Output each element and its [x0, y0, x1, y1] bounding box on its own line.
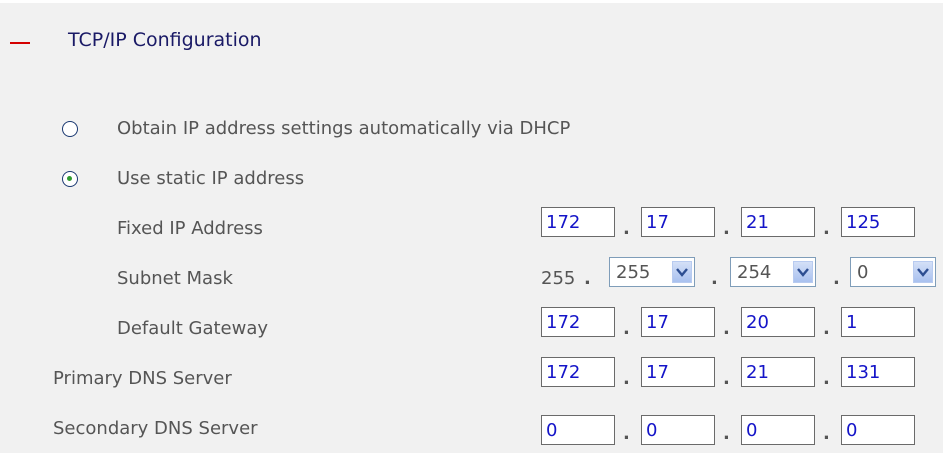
- default-gateway-label: Default Gateway: [117, 318, 269, 339]
- ip-separator: .: [711, 268, 718, 289]
- dhcp-radio[interactable]: [62, 121, 78, 137]
- primary-dns-octet-2[interactable]: [641, 357, 715, 387]
- secondary-dns-octet-1[interactable]: [541, 415, 615, 445]
- fixed-ip-octet-4[interactable]: [841, 207, 915, 237]
- static-ip-radio[interactable]: [62, 171, 78, 187]
- ip-separator: .: [823, 423, 830, 444]
- gateway-octet-3[interactable]: [741, 307, 815, 337]
- gateway-octet-2[interactable]: [641, 307, 715, 337]
- ip-separator: .: [623, 218, 630, 239]
- primary-dns-octet-4[interactable]: [841, 357, 915, 387]
- ip-separator: .: [833, 268, 840, 289]
- primary-dns-octet-1[interactable]: [541, 357, 615, 387]
- chevron-down-icon[interactable]: [672, 261, 692, 283]
- gateway-octet-1[interactable]: [541, 307, 615, 337]
- subnet-octet-2-select[interactable]: 255: [609, 257, 695, 287]
- subnet-mask-label: Subnet Mask: [117, 268, 233, 289]
- secondary-dns-octet-4[interactable]: [841, 415, 915, 445]
- dhcp-label: Obtain IP address settings automatically…: [117, 118, 571, 139]
- top-border: [0, 0, 949, 3]
- fixed-ip-octet-1[interactable]: [541, 207, 615, 237]
- subnet-octet-2-value: 255: [616, 261, 651, 283]
- fixed-ip-octet-2[interactable]: [641, 207, 715, 237]
- subnet-octet-3-select[interactable]: 254: [730, 257, 816, 287]
- ip-separator: .: [584, 268, 591, 289]
- ip-separator: .: [623, 368, 630, 389]
- ip-separator: .: [823, 318, 830, 339]
- ip-separator: .: [723, 318, 730, 339]
- ip-separator: .: [723, 423, 730, 444]
- secondary-dns-octet-3[interactable]: [741, 415, 815, 445]
- ip-separator: .: [823, 368, 830, 389]
- secondary-dns-label: Secondary DNS Server: [53, 418, 258, 439]
- chevron-down-icon[interactable]: [793, 261, 813, 283]
- static-ip-label: Use static IP address: [117, 168, 305, 189]
- primary-dns-octet-3[interactable]: [741, 357, 815, 387]
- secondary-dns-octet-2[interactable]: [641, 415, 715, 445]
- collapse-minus-icon[interactable]: [10, 42, 30, 44]
- gateway-octet-4[interactable]: [841, 307, 915, 337]
- fixed-ip-octet-3[interactable]: [741, 207, 815, 237]
- right-border: [943, 0, 949, 453]
- section-title: TCP/IP Configuration: [68, 29, 262, 51]
- ip-separator: .: [723, 218, 730, 239]
- ip-separator: .: [723, 368, 730, 389]
- subnet-octet-4-value: 0: [857, 261, 869, 283]
- chevron-down-icon[interactable]: [913, 261, 933, 283]
- ip-separator: .: [623, 318, 630, 339]
- subnet-octet-3-value: 254: [737, 261, 772, 283]
- ip-separator: .: [823, 218, 830, 239]
- fixed-ip-label: Fixed IP Address: [117, 218, 263, 239]
- ip-separator: .: [623, 423, 630, 444]
- subnet-octet-4-select[interactable]: 0: [850, 257, 936, 287]
- subnet-first-octet: 255: [541, 268, 576, 289]
- primary-dns-label: Primary DNS Server: [53, 368, 232, 389]
